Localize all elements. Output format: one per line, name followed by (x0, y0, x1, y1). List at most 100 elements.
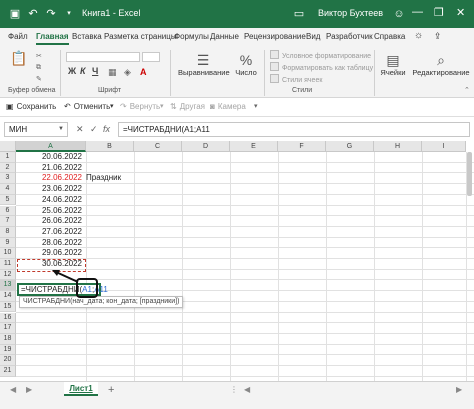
add-sheet-icon[interactable]: + (108, 384, 114, 396)
row-header-2[interactable]: 2 (0, 162, 16, 174)
column-header-i[interactable]: I (422, 141, 466, 152)
cell-a1[interactable]: 20.06.2022 (17, 152, 85, 163)
lightbulb-icon[interactable]: ☼ (414, 30, 423, 41)
row-header-3[interactable]: 3 (0, 173, 16, 185)
format-as-table-button[interactable]: Форматировать как таблицу (270, 62, 373, 72)
prev-sheet-icon[interactable]: ◀ (10, 385, 16, 394)
column-header-h[interactable]: H (374, 141, 422, 152)
cell-a2[interactable]: 21.06.2022 (17, 163, 85, 174)
row-header-13[interactable]: 13 (0, 280, 16, 292)
column-header-c[interactable]: C (134, 141, 182, 152)
font-name-select[interactable] (66, 52, 140, 62)
save-icon[interactable]: ▣ (8, 7, 22, 21)
enter-icon[interactable]: ✓ (90, 124, 98, 135)
qat-redo-button[interactable]: ↷ Вернуть (120, 102, 160, 111)
cells-button[interactable]: ▤ Ячейки (378, 52, 408, 77)
tab-insert[interactable]: Вставка (72, 32, 102, 41)
cell-a9[interactable]: 28.06.2022 (17, 238, 85, 249)
row-header-6[interactable]: 6 (0, 205, 16, 217)
row-header-10[interactable]: 10 (0, 248, 16, 259)
select-all-corner[interactable] (0, 141, 16, 152)
editing-button[interactable]: ⌕ Редактирование (412, 52, 470, 77)
qat-camera-button[interactable]: ◙ Камера (210, 102, 246, 111)
tab-file[interactable]: Файл (8, 32, 28, 41)
minimize-button[interactable]: — (412, 6, 423, 18)
row-header-20[interactable]: 20 (0, 355, 16, 366)
copy-icon[interactable]: ⧉ (36, 64, 41, 72)
cell-a10[interactable]: 29.06.2022 (17, 248, 85, 259)
restore-button[interactable]: ❐ (434, 6, 444, 19)
cell-a4[interactable]: 23.06.2022 (17, 184, 85, 195)
font-color-icon[interactable]: A (140, 67, 147, 77)
qat-save-button[interactable]: ▣ Сохранить (6, 102, 56, 111)
tab-review[interactable]: Рецензирование (244, 32, 306, 41)
cell-a8[interactable]: 27.06.2022 (17, 227, 85, 238)
cut-icon[interactable]: ✂ (36, 52, 42, 60)
scroll-left-icon[interactable]: ◀ (244, 385, 250, 394)
italic-button[interactable]: К (80, 66, 86, 76)
undo-icon[interactable]: ↶ (26, 7, 40, 21)
vertical-scrollbar[interactable] (467, 152, 472, 196)
row-header-8[interactable]: 8 (0, 226, 16, 238)
row-header-16[interactable]: 16 (0, 312, 16, 324)
row-header-19[interactable]: 19 (0, 344, 16, 356)
conditional-formatting-button[interactable]: Условное форматирование (270, 50, 371, 60)
collapse-ribbon-icon[interactable]: ⌃ (464, 86, 470, 94)
row-header-17[interactable]: 17 (0, 323, 16, 334)
column-header-f[interactable]: F (278, 141, 326, 152)
underline-button[interactable]: Ч (92, 66, 98, 76)
cancel-icon[interactable]: ✕ (76, 124, 84, 135)
row-header-7[interactable]: 7 (0, 216, 16, 227)
user-name[interactable]: Виктор Бухтеев (318, 8, 383, 18)
font-size-select[interactable] (142, 52, 160, 62)
bold-button[interactable]: Ж (68, 66, 76, 76)
row-header-1[interactable]: 1 (0, 152, 16, 163)
row-header-9[interactable]: 9 (0, 237, 16, 249)
tab-developer[interactable]: Разработчик (326, 32, 373, 41)
insert-function-icon[interactable]: fx (103, 124, 110, 134)
sheet-tab-1[interactable]: Лист1 (64, 382, 98, 396)
name-box-dropdown-icon[interactable]: ▼ (58, 126, 64, 132)
cell-a5[interactable]: 24.06.2022 (17, 195, 85, 206)
column-header-g[interactable]: G (326, 141, 374, 152)
borders-icon[interactable]: ▦ (108, 67, 117, 78)
function-syntax-tooltip[interactable]: ЧИСТРАБДНИ(нач_дата; кон_дата; [праздник… (19, 296, 184, 308)
cell-b3[interactable]: Праздник (86, 173, 121, 184)
row-header-5[interactable]: 5 (0, 194, 16, 206)
tab-data[interactable]: Данные (210, 32, 239, 41)
tab-help[interactable]: Справка (374, 32, 405, 41)
next-sheet-icon[interactable]: ▶ (26, 385, 32, 394)
qat-customize-icon[interactable]: ▾ (254, 102, 258, 110)
cell-a7[interactable]: 26.06.2022 (17, 216, 85, 227)
qat-redo-dropdown[interactable]: ▾ (160, 102, 164, 110)
row-header-4[interactable]: 4 (0, 184, 16, 195)
column-header-a[interactable]: A (16, 141, 86, 152)
column-header-d[interactable]: D (182, 141, 230, 152)
alignment-button[interactable]: ☰ Выравнивание (178, 52, 230, 77)
redo-icon[interactable]: ↷ (44, 7, 58, 21)
sheet-options-icon[interactable]: ⋮ (230, 385, 238, 394)
cell-a6[interactable]: 25.06.2022 (17, 206, 85, 217)
row-header-21[interactable]: 21 (0, 366, 16, 377)
share-icon[interactable]: ⇪ (434, 31, 442, 42)
row-header-12[interactable]: 12 (0, 269, 16, 281)
tab-formulas[interactable]: Формулы (174, 32, 209, 41)
column-header-b[interactable]: B (86, 141, 134, 152)
cell-styles-button[interactable]: Стили ячеек (270, 74, 322, 84)
close-button[interactable]: ✕ (456, 6, 465, 19)
row-header-11[interactable]: 11 (0, 259, 16, 270)
cell-a3[interactable]: 22.06.2022 (17, 173, 85, 184)
number-format-button[interactable]: % Число (232, 52, 260, 77)
qat-sort-button[interactable]: ⇅ Другая (170, 102, 205, 111)
tab-page-layout[interactable]: Разметка страницы (104, 32, 177, 41)
ribbon-display-icon[interactable]: ▭ (292, 7, 306, 21)
formula-input[interactable]: =ЧИСТРАБДНИ(A1;A11 (118, 122, 470, 137)
paste-button[interactable]: 📋 (8, 50, 30, 66)
fill-color-icon[interactable]: ◈ (124, 67, 131, 78)
row-header-14[interactable]: 14 (0, 291, 16, 302)
row-header-15[interactable]: 15 (0, 301, 16, 313)
qat-undo-dropdown[interactable]: ▾ (110, 102, 114, 110)
qat-undo-button[interactable]: ↶ Отменить (64, 102, 110, 111)
tab-view[interactable]: Вид (306, 32, 320, 41)
tab-home[interactable]: Главная (36, 32, 69, 45)
